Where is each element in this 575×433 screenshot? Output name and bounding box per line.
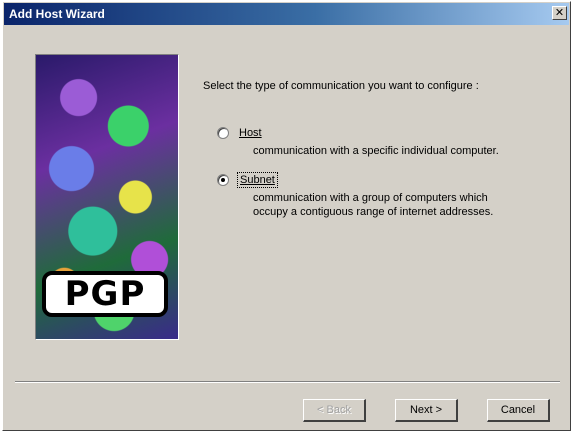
subnet-radio-button[interactable]	[217, 174, 229, 186]
back-button[interactable]: < Back	[303, 399, 366, 422]
footer-separator	[15, 381, 560, 383]
cancel-button-label: Cancel	[500, 404, 536, 416]
host-label[interactable]: Host	[239, 127, 262, 139]
radio-selected-dot	[221, 178, 225, 182]
host-description-line: communication with a specific individual…	[253, 145, 499, 157]
back-button-label: < Back	[317, 404, 351, 416]
host-description: communication with a specific individual…	[253, 144, 499, 158]
next-button[interactable]: Next >	[395, 399, 458, 422]
pgp-logo: PGP	[42, 271, 168, 317]
close-icon: ✕	[554, 6, 565, 19]
host-radio-button[interactable]	[217, 127, 229, 139]
wizard-window: Add Host Wizard ✕ PGP Select the type of…	[2, 1, 571, 431]
subnet-description-line: occupy a contiguous range of internet ad…	[253, 206, 494, 218]
subnet-description: communication with a group of computers …	[253, 191, 493, 219]
cancel-button[interactable]: Cancel	[487, 399, 550, 422]
close-button[interactable]: ✕	[552, 6, 567, 20]
subnet-label[interactable]: Subnet	[237, 172, 278, 188]
wizard-side-image: PGP	[35, 54, 179, 340]
title-bar[interactable]: Add Host Wizard ✕	[4, 3, 569, 25]
subnet-description-line: communication with a group of computers …	[253, 192, 488, 204]
window-title: Add Host Wizard	[9, 7, 105, 21]
instruction-text: Select the type of communication you wan…	[203, 80, 479, 92]
next-button-label: Next >	[409, 404, 443, 416]
